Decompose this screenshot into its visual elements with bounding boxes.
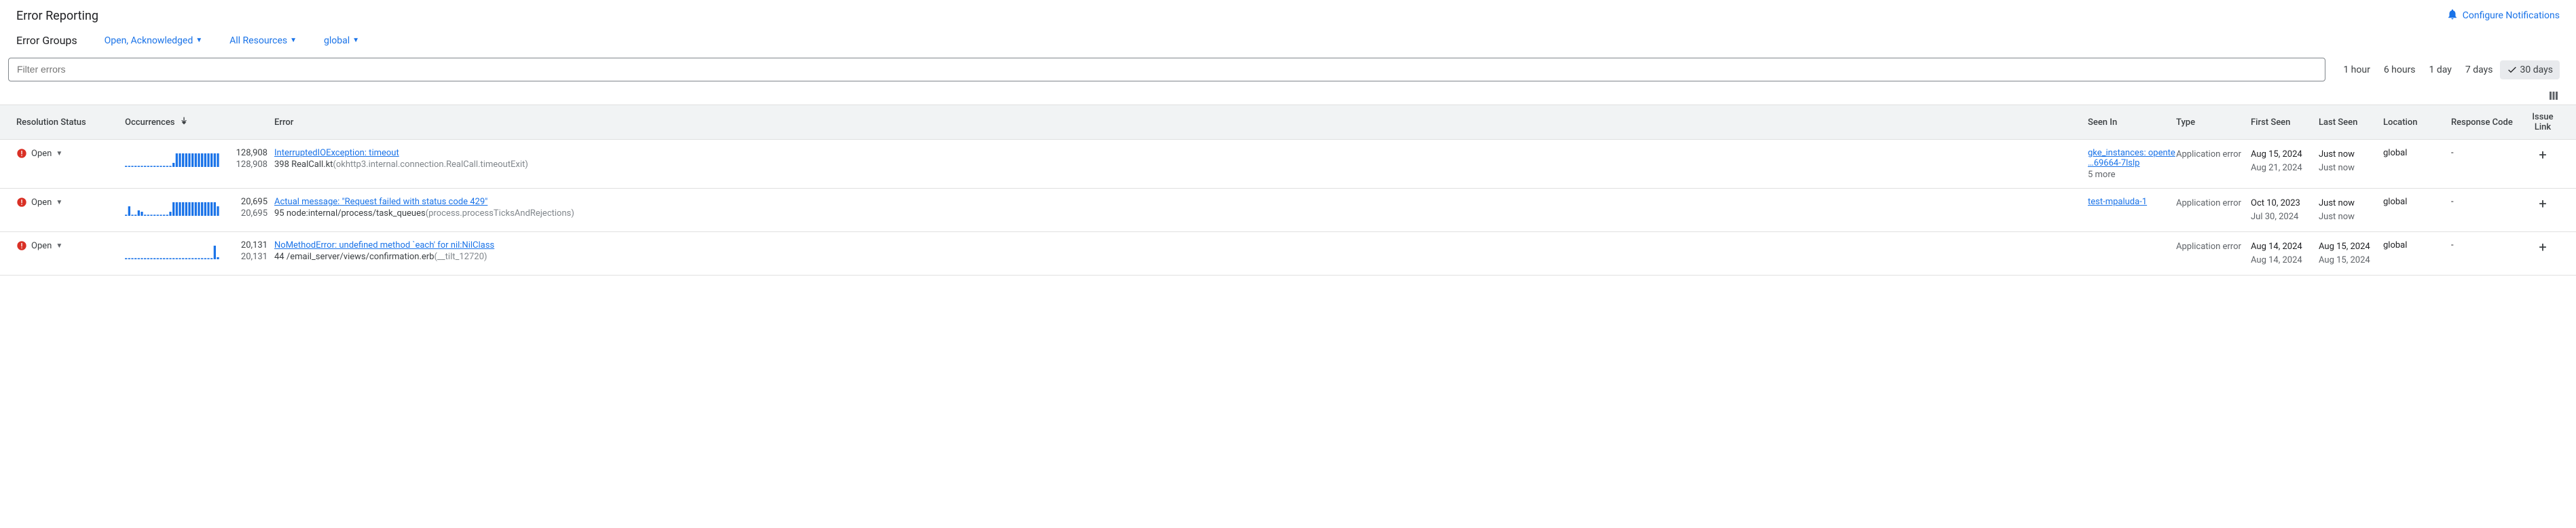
time-range-6hours[interactable]: 6 hours xyxy=(2377,60,2423,79)
occurrences-subcount: 20,695 xyxy=(227,208,268,219)
caret-down-icon: ▼ xyxy=(56,199,62,206)
error-occurrence-count: 44 xyxy=(274,252,284,262)
error-circle-icon xyxy=(16,240,27,251)
location: global xyxy=(2383,240,2451,250)
status-filter-label: Open, Acknowledged xyxy=(105,35,194,46)
status-text: Open xyxy=(31,241,52,251)
response-code: - xyxy=(2451,148,2526,158)
last-seen: Just nowJust now xyxy=(2319,148,2383,174)
col-header-error[interactable]: Error xyxy=(274,117,2088,128)
time-range-30days[interactable]: 30 days xyxy=(2500,60,2560,79)
error-method: (process.processTicksAndRejections) xyxy=(426,208,574,219)
last-seen: Just nowJust now xyxy=(2319,197,2383,223)
time-range-30days-label: 30 days xyxy=(2520,64,2553,75)
status-text: Open xyxy=(31,197,52,208)
col-header-status[interactable]: Resolution Status xyxy=(16,117,125,128)
occurrences-sparkline xyxy=(125,197,220,216)
bell-icon xyxy=(2446,8,2459,23)
error-title-link[interactable]: NoMethodError: undefined method `each' f… xyxy=(274,240,494,250)
response-code: - xyxy=(2451,197,2526,207)
occurrences-sparkline xyxy=(125,240,220,259)
time-range-1hour[interactable]: 1 hour xyxy=(2336,60,2377,79)
table-row: Open ▼ 20,695 20,695 Actual message: "Re… xyxy=(0,189,2576,232)
region-filter-label: global xyxy=(324,35,350,46)
first-seen: Aug 15, 2024Aug 21, 2024 xyxy=(2251,148,2319,174)
filter-input[interactable] xyxy=(17,64,2317,75)
check-icon xyxy=(2507,64,2518,75)
col-header-location[interactable]: Location xyxy=(2383,117,2451,128)
error-method: (__tilt_12720) xyxy=(434,252,487,262)
seen-in-more: 5 more xyxy=(2088,170,2176,180)
filter-input-container[interactable] xyxy=(8,58,2325,81)
col-header-issuelink[interactable]: Issue Link xyxy=(2526,112,2560,132)
occurrences-subcount: 128,908 xyxy=(227,159,268,170)
column-selector-button[interactable] xyxy=(2547,90,2560,105)
location: global xyxy=(2383,197,2451,207)
error-circle-icon xyxy=(16,148,27,159)
error-occurrence-count: 95 xyxy=(274,208,284,219)
add-issue-link-button[interactable]: + xyxy=(2539,239,2546,255)
occurrences-subcount: 20,131 xyxy=(227,252,268,262)
status-text: Open xyxy=(31,149,52,159)
error-file-path: /email_server/views/confirmation.erb xyxy=(287,252,435,262)
col-header-occurrences[interactable]: Occurrences xyxy=(125,115,274,129)
time-range-7days[interactable]: 7 days xyxy=(2459,60,2500,79)
location: global xyxy=(2383,148,2451,158)
occurrences-count: 20,695 xyxy=(227,197,268,207)
last-seen: Aug 15, 2024Aug 15, 2024 xyxy=(2319,240,2383,267)
page-title: Error Reporting xyxy=(16,9,98,23)
col-header-firstseen[interactable]: First Seen xyxy=(2251,117,2319,128)
caret-down-icon: ▼ xyxy=(352,37,359,44)
occurrences-sparkline xyxy=(125,148,220,167)
time-range-1day[interactable]: 1 day xyxy=(2423,60,2459,79)
error-file-path: RealCall.kt xyxy=(291,159,333,170)
status-dropdown[interactable]: Open ▼ xyxy=(16,148,125,159)
region-filter-dropdown[interactable]: global ▼ xyxy=(324,35,359,46)
error-title-link[interactable]: Actual message: "Request failed with sta… xyxy=(274,197,487,207)
first-seen: Aug 14, 2024Aug 14, 2024 xyxy=(2251,240,2319,267)
configure-notifications-label: Configure Notifications xyxy=(2463,10,2560,21)
resources-filter-dropdown[interactable]: All Resources ▼ xyxy=(229,35,297,46)
error-circle-icon xyxy=(16,197,27,208)
col-header-type[interactable]: Type xyxy=(2176,117,2251,128)
table-row: Open ▼ 128,908 128,908 InterruptedIOExce… xyxy=(0,140,2576,189)
error-title-link[interactable]: InterruptedIOException: timeout xyxy=(274,148,399,158)
columns-icon xyxy=(2547,90,2560,102)
add-issue-link-button[interactable]: + xyxy=(2539,195,2546,212)
caret-down-icon: ▼ xyxy=(56,150,62,157)
error-type: Application error xyxy=(2176,197,2251,210)
table-header: Resolution Status Occurrences Error Seen… xyxy=(0,105,2576,140)
status-dropdown[interactable]: Open ▼ xyxy=(16,197,125,208)
error-type: Application error xyxy=(2176,240,2251,254)
status-filter-dropdown[interactable]: Open, Acknowledged ▼ xyxy=(105,35,202,46)
occurrences-count: 20,131 xyxy=(227,240,268,250)
first-seen: Oct 10, 2023Jul 30, 2024 xyxy=(2251,197,2319,223)
error-file-path: node:internal/process/task_queues xyxy=(287,208,426,219)
add-issue-link-button[interactable]: + xyxy=(2539,147,2546,163)
col-header-responsecode[interactable]: Response Code xyxy=(2451,117,2526,128)
col-header-occurrences-label: Occurrences xyxy=(125,117,174,128)
resources-filter-label: All Resources xyxy=(229,35,287,46)
status-dropdown[interactable]: Open ▼ xyxy=(16,240,125,251)
caret-down-icon: ▼ xyxy=(290,37,297,44)
sort-descending-icon xyxy=(179,115,189,129)
time-range-group: 1 hour 6 hours 1 day 7 days 30 days xyxy=(2336,60,2560,79)
seen-in-link[interactable]: test-mpaluda-1 xyxy=(2088,197,2176,207)
caret-down-icon: ▼ xyxy=(56,242,62,250)
section-title: Error Groups xyxy=(16,34,77,47)
error-occurrence-count: 398 xyxy=(274,159,289,170)
col-header-lastseen[interactable]: Last Seen xyxy=(2319,117,2383,128)
error-type: Application error xyxy=(2176,148,2251,162)
col-header-seenin[interactable]: Seen In xyxy=(2088,117,2176,128)
configure-notifications-link[interactable]: Configure Notifications xyxy=(2446,8,2560,23)
response-code: - xyxy=(2451,240,2526,250)
table-row: Open ▼ 20,131 20,131 NoMethodError: unde… xyxy=(0,232,2576,276)
caret-down-icon: ▼ xyxy=(196,37,202,44)
seen-in-link[interactable]: gke_instances: opente …69664-7lslp xyxy=(2088,148,2176,168)
occurrences-count: 128,908 xyxy=(227,148,268,158)
error-method: (okhttp3.internal.connection.RealCall.ti… xyxy=(333,159,528,170)
